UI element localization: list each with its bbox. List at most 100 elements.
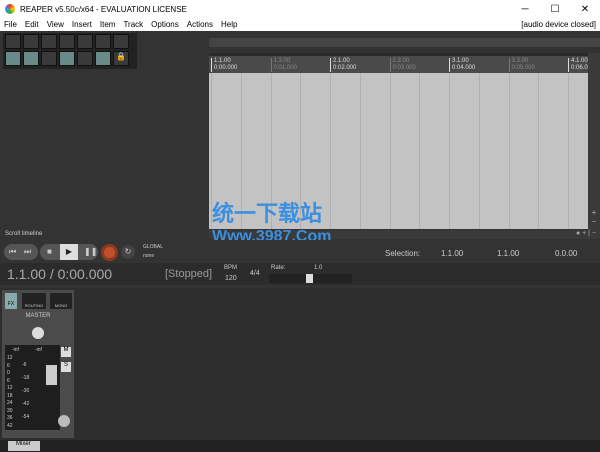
meter-tick: 12	[7, 385, 13, 391]
go-to-end-button[interactable]: ⏭	[24, 247, 31, 257]
docker-tabs: Mixer	[0, 440, 600, 452]
meter-tick: 6	[7, 362, 10, 369]
grid-line	[568, 73, 569, 229]
menu-item[interactable]: Item	[96, 20, 120, 29]
meter-tick: 18	[7, 392, 13, 399]
grouping-icon[interactable]	[41, 51, 57, 66]
fader-tick: -30	[22, 388, 30, 394]
play-state: [Stopped]	[165, 268, 213, 280]
meter-tick: 0	[7, 370, 10, 376]
play-button[interactable]: ▶	[60, 244, 78, 260]
vertical-scrollbar[interactable]: + −	[588, 53, 600, 239]
lock-icon[interactable]: 🔒	[113, 51, 129, 66]
snap-icon[interactable]	[95, 51, 111, 66]
master-label: MASTER	[25, 313, 51, 319]
envelope-icon[interactable]	[59, 51, 75, 66]
ruler-marker: 2.1.00 0:02.000	[330, 58, 356, 72]
window-title: REAPER v5.50c/x64 - EVALUATION LICENSE	[20, 4, 187, 14]
minimize-button[interactable]: ─	[510, 4, 540, 15]
meter-tick: 42	[7, 422, 13, 429]
pan-knob[interactable]	[32, 327, 44, 339]
menu-view[interactable]: View	[43, 20, 68, 29]
pause-button[interactable]: ❚❚	[84, 247, 97, 256]
menu-actions[interactable]: Actions	[183, 20, 217, 29]
selection-start[interactable]: 1.1.00	[441, 249, 463, 258]
mute-button[interactable]: M	[61, 347, 71, 357]
ruler-marker: 3.1.00 0:04.000	[449, 58, 475, 72]
menu-help[interactable]: Help	[217, 20, 241, 29]
meter-tick: 30	[7, 407, 13, 414]
main-toolbar: 🔒	[3, 33, 137, 69]
stop-button[interactable]: ■	[47, 247, 52, 256]
fader-tick: -6	[22, 362, 27, 368]
time-display-bar: 1.1.00 / 0:00.000 [Stopped] BPM 120 4/4 …	[0, 263, 600, 285]
selection-length[interactable]: 0.0.00	[555, 249, 577, 258]
close-button[interactable]: ✕	[570, 4, 600, 15]
undo-icon[interactable]	[77, 34, 93, 49]
mixer-tab[interactable]: Mixer	[8, 441, 40, 451]
maximize-button[interactable]: ☐	[540, 4, 570, 15]
title-bar: REAPER v5.50c/x64 - EVALUATION LICENSE ─…	[0, 0, 600, 18]
rate-value: 1.0	[314, 265, 323, 271]
automation-value[interactable]: none	[143, 253, 154, 259]
new-project-icon[interactable]	[5, 34, 21, 49]
selection-end[interactable]: 1.1.00	[497, 249, 519, 258]
metronome-icon[interactable]	[113, 34, 129, 49]
rate-label: Rate:	[271, 265, 286, 271]
region-lane	[209, 38, 600, 47]
timeline-ruler[interactable]: 1.1.00 0:00.000 1.3.00 0:01.000 2.1.00 0:02.0…	[209, 53, 594, 73]
bpm-label: BPM	[224, 265, 238, 271]
settings-gear-icon[interactable]	[58, 415, 70, 427]
menu-edit[interactable]: Edit	[21, 20, 43, 29]
peak-right: -inf	[35, 347, 42, 353]
master-strip: FX ROUTING MONO MASTER -inf -inf 12 6 0 6 12…	[2, 290, 74, 438]
ripple-edit-icon[interactable]	[23, 51, 39, 66]
menu-track[interactable]: Track	[119, 20, 147, 29]
menu-bar: File Edit View Insert Item Track Options…	[0, 18, 600, 31]
open-project-icon[interactable]	[23, 34, 39, 49]
rate-slider[interactable]	[269, 274, 352, 283]
meter-tick: 12	[7, 355, 13, 361]
menu-options[interactable]: Options	[147, 20, 183, 29]
position-display[interactable]: 1.1.00 / 0:00.000	[7, 266, 112, 282]
ruler-marker: 2.3.00 0:03.000	[389, 58, 416, 72]
routing-button[interactable]: ROUTING	[22, 293, 46, 309]
selection-label: Selection:	[385, 249, 421, 258]
ruler-marker: 1.3.00 0:01.000	[270, 58, 297, 72]
grid-line	[389, 73, 391, 229]
go-to-start-button[interactable]: ⏮	[9, 247, 16, 257]
save-project-icon[interactable]	[41, 34, 57, 49]
automation-mode[interactable]: GLOBAL	[143, 244, 163, 250]
grid-icon[interactable]	[77, 51, 93, 66]
ruler-marker: 3.3.00 0:05.000	[508, 58, 535, 72]
meter-tick: 36	[7, 415, 13, 421]
redo-icon[interactable]	[95, 34, 111, 49]
grid-line	[449, 73, 450, 229]
time-signature[interactable]: 4/4	[250, 270, 260, 277]
meter-tick: 24	[7, 400, 13, 406]
skip-buttons: ⏮ ⏭	[4, 244, 38, 260]
menu-file[interactable]: File	[0, 20, 21, 29]
volume-fader[interactable]	[46, 365, 57, 385]
scroll-timeline-label: Scroll timeline	[5, 231, 43, 237]
record-button[interactable]	[101, 244, 118, 261]
auto-crossfade-icon[interactable]	[5, 51, 21, 66]
repeat-button[interactable]: ↻	[121, 245, 135, 259]
bpm-value[interactable]: 120	[225, 275, 237, 282]
track-control-panel[interactable]	[0, 70, 208, 230]
fx-button[interactable]: FX	[5, 293, 17, 309]
mono-button[interactable]: MONO	[50, 293, 72, 309]
project-settings-icon[interactable]	[59, 34, 75, 49]
reaper-logo-icon	[5, 4, 15, 14]
solo-button[interactable]: S	[61, 362, 71, 372]
play-controls: ■ ▶ ❚❚	[40, 244, 98, 260]
grid-line	[478, 73, 480, 229]
grid-line	[508, 73, 510, 229]
grid-line	[359, 73, 361, 229]
peak-left: -inf	[12, 347, 19, 353]
menu-insert[interactable]: Insert	[68, 20, 96, 29]
fader-tick: -54	[22, 414, 30, 420]
meter-tick: 6	[7, 377, 10, 384]
fader-tick: -42	[22, 401, 30, 407]
fader-tick: -18	[22, 375, 30, 381]
